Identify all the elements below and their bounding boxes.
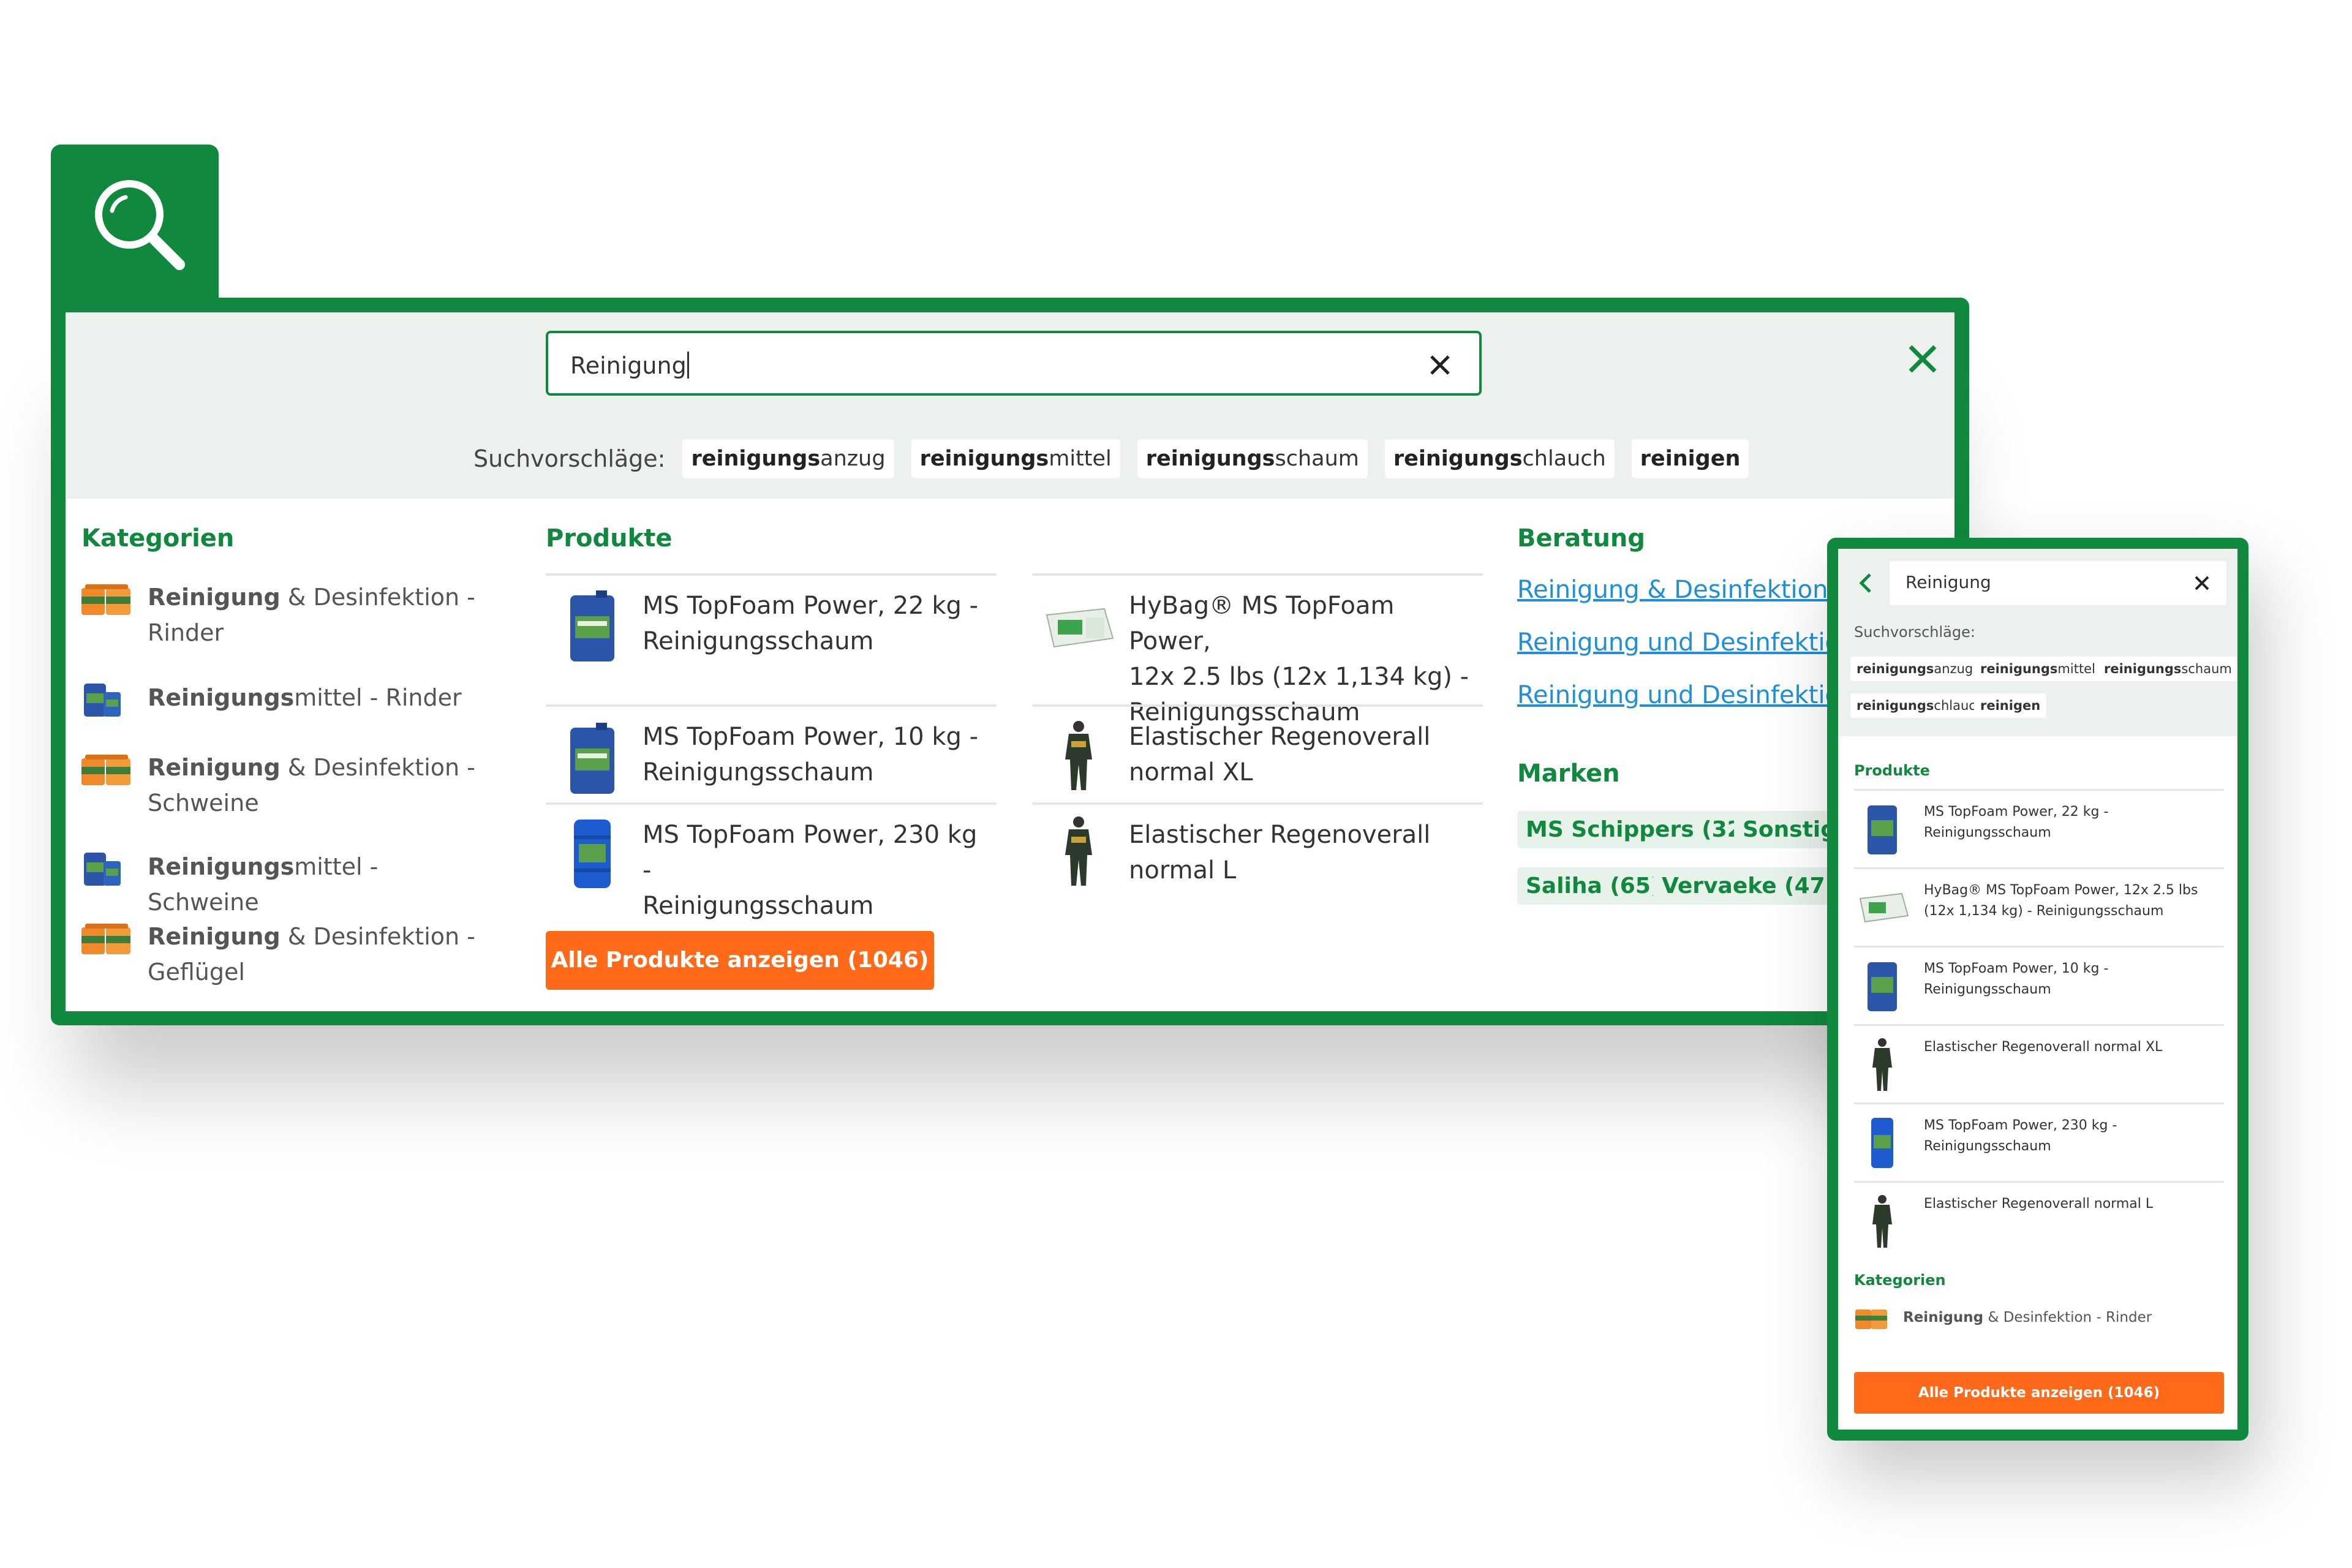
barrel-icon bbox=[574, 820, 611, 888]
overall-icon bbox=[1065, 721, 1092, 790]
suggestions-label: Suchvorschläge: bbox=[473, 445, 666, 472]
brands-heading: Marken bbox=[1517, 760, 1620, 788]
suggestion-chip[interactable]: reinigungschlauch bbox=[1384, 439, 1615, 478]
search-tab[interactable] bbox=[51, 145, 219, 316]
product-item[interactable]: MS TopFoam Power, 230 kg - Reinigungsscha… bbox=[1854, 1102, 2224, 1181]
canister-blue-icon bbox=[80, 680, 132, 719]
search-header: Reinigung Suchvorschläge: reinigungsanzu… bbox=[66, 312, 1954, 499]
suggestion-chip[interactable]: reinigungsmittel bbox=[1974, 657, 2101, 681]
category-item[interactable]: Reinigungsmittel - Schweine bbox=[80, 849, 491, 920]
mobile-search-query: Reinigung bbox=[1905, 572, 1991, 592]
bucket-orange-icon bbox=[1855, 1310, 1887, 1329]
canister-icon bbox=[1868, 962, 1897, 1011]
product-item[interactable]: MS TopFoam Power, 22 kg - Reinigungsschau… bbox=[546, 573, 997, 704]
mobile-suggestions-label: Suchvorschläge: bbox=[1854, 624, 1975, 641]
category-item[interactable]: Reinigung & Desinfektion - Geflügel bbox=[80, 919, 491, 990]
category-item[interactable]: Reinigung & Desinfektion - Rinder bbox=[1854, 1305, 2152, 1330]
product-title: HyBag® MS TopFoam Power, 12x 2.5 lbs (12x… bbox=[1924, 883, 2198, 919]
mobile-products-heading: Produkte bbox=[1854, 762, 1930, 779]
beratung-link[interactable]: Reinigung und Desinfektion - bbox=[1517, 628, 1872, 657]
category-item[interactable]: Reinigung & Desinfektion - Schweine bbox=[80, 750, 491, 821]
brand-chip[interactable]: Saliha (65) bbox=[1517, 867, 1670, 905]
search-icon bbox=[95, 180, 185, 270]
categories-heading: Kategorien bbox=[81, 524, 235, 552]
overall-icon bbox=[1872, 1195, 1892, 1248]
product-title: Elastischer Regenoverall normal XL bbox=[1129, 723, 1431, 786]
product-item[interactable]: HyBag® MS TopFoam Power, 12x 2.5 lbs (12x… bbox=[1854, 867, 2224, 946]
product-title: MS TopFoam Power, 22 kg - Reinigungsschau… bbox=[1924, 804, 2109, 840]
category-label: Reinigung & Desinfektion - Rinder bbox=[148, 584, 475, 646]
suggestion-chip[interactable]: reinigungsschaum bbox=[1137, 439, 1368, 478]
product-item[interactable]: Elastischer Regenoverall normal L bbox=[1854, 1181, 2224, 1259]
product-title: MS TopFoam Power, 10 kg - Reinigungsschau… bbox=[1924, 961, 2109, 997]
products-heading: Produkte bbox=[546, 524, 673, 552]
product-title: Elastischer Regenoverall normal XL bbox=[1924, 1039, 2163, 1055]
product-title: Elastischer Regenoverall normal L bbox=[1129, 821, 1431, 884]
canister-icon bbox=[570, 723, 614, 794]
canister-icon bbox=[1868, 805, 1897, 854]
suggestion-chip[interactable]: reinigungsanzug bbox=[1850, 657, 1980, 681]
suggestion-chip[interactable]: reinigungsanzug bbox=[682, 439, 894, 478]
beratung-link[interactable]: Reinigung und Desinfektion - bbox=[1517, 681, 1872, 709]
close-search-icon[interactable] bbox=[1907, 343, 1939, 375]
search-input[interactable]: Reinigung bbox=[546, 331, 1482, 396]
category-label: Reinigung & Desinfektion - Schweine bbox=[148, 754, 475, 816]
product-item[interactable]: Elastischer Regenoverall normal L bbox=[1032, 802, 1483, 907]
overall-icon bbox=[1872, 1038, 1892, 1091]
bucket-orange-icon bbox=[80, 579, 132, 619]
mobile-search-panel: Reinigung Suchvorschläge: reinigungsanzu… bbox=[1827, 538, 2248, 1441]
product-title: MS TopFoam Power, 10 kg - Reinigungsschau… bbox=[643, 723, 979, 786]
bucket-orange-icon bbox=[80, 750, 132, 789]
show-all-products-button[interactable]: Alle Produkte anzeigen (1046) bbox=[1854, 1372, 2224, 1414]
text-caret bbox=[687, 352, 689, 379]
show-all-products-button[interactable]: Alle Produkte anzeigen (1046) bbox=[546, 931, 934, 990]
bucket-orange-icon bbox=[80, 919, 132, 958]
back-chevron-icon[interactable] bbox=[1856, 571, 1875, 595]
product-item[interactable]: MS TopFoam Power, 10 kg - Reinigungsschau… bbox=[546, 704, 997, 802]
category-label: Reinigungsmittel - Schweine bbox=[148, 853, 379, 916]
product-item[interactable]: Elastischer Regenoverall normal XL bbox=[1032, 704, 1483, 802]
beratung-heading: Beratung bbox=[1517, 524, 1646, 552]
product-item[interactable]: Elastischer Regenoverall normal XL bbox=[1854, 1024, 2224, 1102]
overall-icon bbox=[1065, 816, 1092, 886]
product-title: MS TopFoam Power, 230 kg - Reinigungsscha… bbox=[1924, 1118, 2117, 1154]
product-item[interactable]: MS TopFoam Power, 10 kg - Reinigungsschau… bbox=[1854, 946, 2224, 1024]
category-label: Reinigung & Desinfektion - Rinder bbox=[1903, 1310, 2152, 1325]
mobile-search-content: Reinigung Suchvorschläge: reinigungsanzu… bbox=[1838, 549, 2237, 1430]
clear-search-icon[interactable] bbox=[2193, 575, 2211, 592]
canister-icon bbox=[570, 590, 614, 662]
suggestion-chip[interactable]: reinigen bbox=[1631, 439, 1749, 478]
product-title: MS TopFoam Power, 230 kg - Reinigungsscha… bbox=[643, 821, 978, 920]
search-query: Reinigung bbox=[570, 352, 689, 379]
category-item[interactable]: Reinigung & Desinfektion - Rinder bbox=[80, 579, 491, 650]
bag-icon bbox=[1046, 608, 1114, 648]
desktop-search-content: Reinigung Suchvorschläge: reinigungsanzu… bbox=[66, 312, 1954, 1011]
suggestion-chip[interactable]: reinigungschlauch bbox=[1850, 693, 1991, 718]
product-item[interactable]: MS TopFoam Power, 230 kg - Reinigungsscha… bbox=[546, 802, 997, 920]
search-suggestions: Suchvorschläge: reinigungsanzug reinigun… bbox=[473, 437, 1766, 480]
bag-icon bbox=[1859, 892, 1909, 923]
mobile-categories-heading: Kategorien bbox=[1854, 1272, 1946, 1289]
product-item[interactable]: MS TopFoam Power, 22 kg - Reinigungsschau… bbox=[1854, 789, 2224, 867]
mobile-search-input[interactable]: Reinigung bbox=[1890, 561, 2226, 605]
mobile-search-header: Reinigung Suchvorschläge: reinigungsanzu… bbox=[1838, 549, 2237, 736]
product-title: MS TopFoam Power, 22 kg - Reinigungsschau… bbox=[643, 592, 979, 655]
suggestion-chip[interactable]: reinigen bbox=[1974, 693, 2047, 718]
product-item[interactable]: HyBag® MS TopFoam Power, 12x 2.5 lbs (12x… bbox=[1032, 573, 1483, 726]
brand-chip[interactable]: Vervaeke (47) bbox=[1653, 867, 1844, 905]
canister-blue-icon bbox=[80, 849, 132, 888]
beratung-link[interactable]: Reinigung & Desinfektion - R bbox=[1517, 576, 1869, 604]
suggestion-chip[interactable]: reinigungsschaum bbox=[2098, 657, 2237, 681]
category-label: Reinigungsmittel - Rinder bbox=[148, 684, 462, 711]
product-title: Elastischer Regenoverall normal L bbox=[1924, 1196, 2154, 1212]
barrel-icon bbox=[1871, 1118, 1893, 1168]
clear-search-icon[interactable] bbox=[1428, 353, 1452, 377]
category-label: Reinigung & Desinfektion - Geflügel bbox=[148, 923, 475, 986]
stage: Reinigung Suchvorschläge: reinigungsanzu… bbox=[0, 0, 2352, 1568]
category-item[interactable]: Reinigungsmittel - Rinder bbox=[80, 680, 491, 719]
desktop-search-panel: Reinigung Suchvorschläge: reinigungsanzu… bbox=[51, 298, 1969, 1025]
suggestion-chip[interactable]: reinigungsmittel bbox=[911, 439, 1120, 478]
